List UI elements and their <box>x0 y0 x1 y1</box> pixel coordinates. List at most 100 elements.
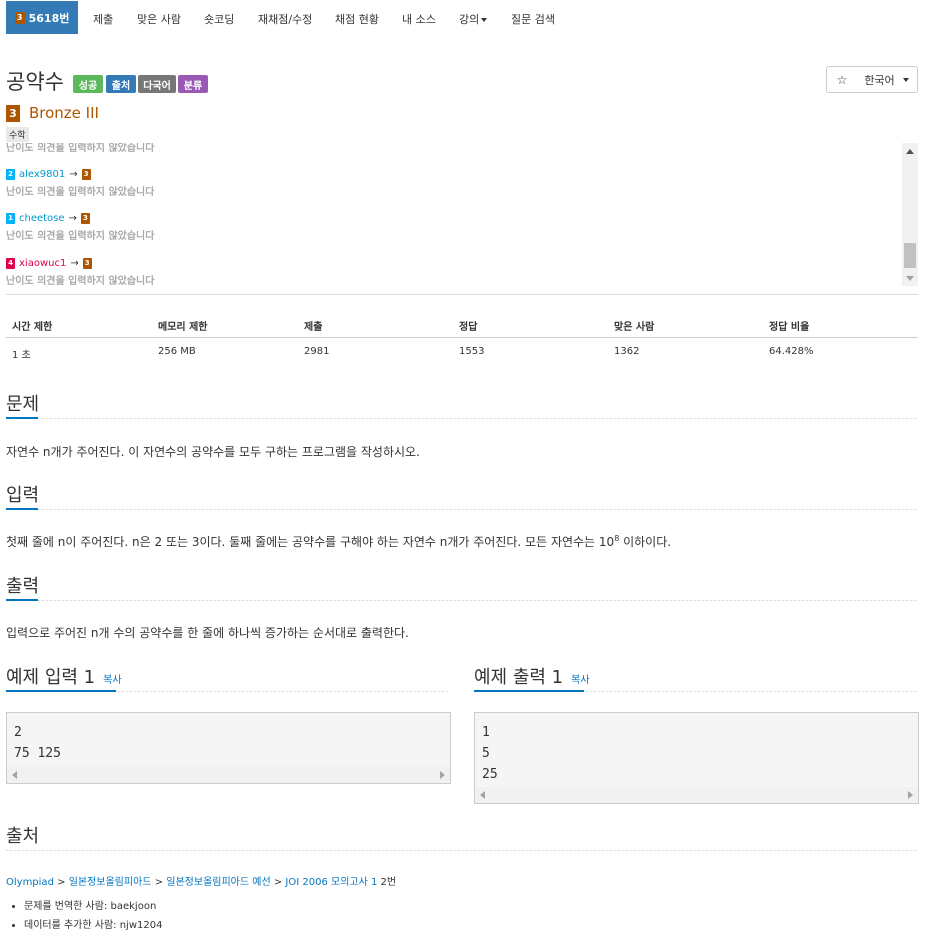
copy-output-button[interactable]: 복사 <box>571 675 589 686</box>
scroll-down-icon[interactable] <box>906 276 914 281</box>
sample-output-box[interactable]: 1 5 25 <box>474 712 919 804</box>
breadcrumb-separator: > <box>154 877 164 888</box>
opinion-note: 난이도 의견을 입력하지 않았습니다 <box>6 187 155 198</box>
source-link-joi[interactable]: 일본정보올림피아드 <box>69 877 152 888</box>
tier-line: 3 Bronze III <box>6 104 99 122</box>
star-button[interactable]: ☆ <box>826 66 858 93</box>
nav-accepted-users[interactable]: 맞은 사람 <box>137 11 181 27</box>
sample-output-heading: 예제 출력 1 복사 <box>474 663 590 689</box>
stats-header: 맞은 사람 <box>614 322 655 333</box>
input-description: 첫째 줄에 n이 주어진다. n은 2 또는 3이다. 둘째 줄에는 공약수를 … <box>6 533 671 550</box>
opinions-scrollbar[interactable] <box>902 143 918 286</box>
copy-input-button[interactable]: 복사 <box>103 675 121 686</box>
input-text-a: 첫째 줄에 n이 주어진다. n은 2 또는 3이다. 둘째 줄에는 공약수를 … <box>6 535 615 549</box>
divider <box>6 294 918 295</box>
bronze-tier-icon: 3 <box>80 212 90 224</box>
scroll-left-icon[interactable] <box>480 791 485 799</box>
opinion-user-link[interactable]: cheetose <box>19 213 65 224</box>
nav-problem-number: 5618번 <box>28 11 70 25</box>
difficulty-opinions-list[interactable]: 난이도 의견을 입력하지 않았습니다 2 alex9801 → 3 난이도 의견… <box>6 143 902 286</box>
section-heading-input: 입력 <box>6 485 40 506</box>
sample-output-title: 예제 출력 1 <box>474 667 564 688</box>
source-link-contest[interactable]: JOI 2006 모의고사 1 <box>285 877 377 888</box>
section-divider <box>6 418 918 419</box>
sample-input-title: 예제 입력 1 <box>6 667 96 688</box>
opinion-user-link[interactable]: alex9801 <box>19 169 65 180</box>
nav-my-source[interactable]: 내 소스 <box>402 11 436 27</box>
credits-list: 문제를 번역한 사람: baekjoon 데이터를 추가한 사람: njw120… <box>24 897 162 935</box>
arrow-icon: → <box>70 257 79 269</box>
stats-header: 메모리 제한 <box>158 322 208 333</box>
opinion-item: 2 alex9801 → 3 난이도 의견을 입력하지 않았습니다 <box>6 167 154 198</box>
top-nav: 3 5618번 제출 맞은 사람 숏코딩 재채점/수정 채점 현황 내 소스 강… <box>0 0 928 36</box>
output-description: 입력으로 주어진 n개 수의 공약수를 한 줄에 하나씩 증가하는 순서대로 출… <box>6 626 409 640</box>
star-icon: ☆ <box>836 72 848 87</box>
label-multilang: 다국어 <box>138 75 176 93</box>
nav-status[interactable]: 채점 현황 <box>335 11 379 27</box>
stats-value: 2981 <box>304 346 330 357</box>
stats-value: 1362 <box>614 346 640 357</box>
nav-lecture[interactable]: 강의 <box>459 11 488 27</box>
source-link-joi-prelim[interactable]: 일본정보올림피아드 예선 <box>166 877 270 888</box>
tier-icon: 1 <box>6 212 15 224</box>
sample-input-text: 2 75 125 <box>14 725 61 761</box>
label-category[interactable]: 분류 <box>178 75 208 93</box>
section-underline <box>6 690 116 692</box>
scroll-right-icon[interactable] <box>908 791 913 799</box>
scroll-left-icon[interactable] <box>12 771 17 779</box>
section-divider <box>6 509 918 510</box>
opinion-user-link[interactable]: xiaowuc1 <box>19 258 66 269</box>
nav-problem-tab[interactable]: 3 5618번 <box>6 1 78 34</box>
nav-short-coding[interactable]: 숏코딩 <box>204 11 234 27</box>
bronze-tier-icon: 3 <box>14 11 25 24</box>
algorithm-tag[interactable]: 수학 <box>6 127 29 142</box>
stats-value: 256 MB <box>158 346 196 357</box>
nav-rejudge[interactable]: 재채점/수정 <box>258 11 312 27</box>
section-underline <box>6 599 38 601</box>
section-underline <box>474 690 584 692</box>
input-text-b: 이하이다. <box>619 535 672 549</box>
language-select[interactable]: 한국어 <box>856 66 918 93</box>
scroll-up-icon[interactable] <box>906 149 914 154</box>
scroll-thumb[interactable] <box>904 243 916 268</box>
opinion-note: 난이도 의견을 입력하지 않았습니다 <box>6 231 155 242</box>
page-title: 공약수 <box>6 70 64 94</box>
arrow-icon: → <box>68 212 77 224</box>
sample-output-text: 1 5 25 <box>482 725 498 782</box>
section-heading-problem: 문제 <box>6 394 40 415</box>
arrow-icon: → <box>69 168 78 180</box>
horizontal-scrollbar[interactable] <box>475 787 918 803</box>
horizontal-scrollbar[interactable] <box>7 767 450 783</box>
table-header-divider <box>6 337 918 338</box>
label-source[interactable]: 출처 <box>106 75 136 93</box>
stats-header: 정답 비율 <box>769 322 810 333</box>
source-link-olympiad[interactable]: Olympiad <box>6 877 54 888</box>
section-divider <box>6 600 918 601</box>
breadcrumb-separator: > <box>273 877 283 888</box>
bronze-tier-icon: 3 <box>82 257 92 269</box>
chevron-down-icon <box>481 18 488 22</box>
label-success: 성공 <box>73 75 103 93</box>
source-breadcrumb: Olympiad > 일본정보올림피아드 > 일본정보올림피아드 예선 > JO… <box>6 873 396 888</box>
source-problem-number: 2번 <box>380 877 397 888</box>
bronze-tier-icon: 3 <box>81 168 91 180</box>
sample-input-heading: 예제 입력 1 복사 <box>6 663 122 689</box>
scroll-right-icon[interactable] <box>440 771 445 779</box>
bronze-tier-icon: 3 <box>6 104 20 122</box>
credit-translator: 문제를 번역한 사람: baekjoon <box>24 897 162 912</box>
sample-input-box[interactable]: 2 75 125 <box>6 712 451 784</box>
chevron-down-icon <box>902 77 909 82</box>
nav-lecture-label: 강의 <box>459 13 480 26</box>
credit-data-contributor: 데이터를 추가한 사람: njw1204 <box>24 916 162 931</box>
opinion-item: 4 xiaowuc1 → 3 난이도 의견을 입력하지 않았습니다 <box>6 256 154 286</box>
stats-value: 1 초 <box>12 350 31 361</box>
problem-description: 자연수 n개가 주어진다. 이 자연수의 공약수를 모두 구하는 프로그램을 작… <box>6 445 420 459</box>
section-underline <box>6 417 38 419</box>
nav-question-search[interactable]: 질문 검색 <box>511 11 555 27</box>
nav-submit[interactable]: 제출 <box>93 11 113 27</box>
tier-icon: 2 <box>6 168 15 180</box>
section-heading-source: 출처 <box>6 826 40 847</box>
tier-icon: 4 <box>6 257 15 269</box>
breadcrumb-separator: > <box>57 877 66 888</box>
section-heading-output: 출력 <box>6 576 40 597</box>
